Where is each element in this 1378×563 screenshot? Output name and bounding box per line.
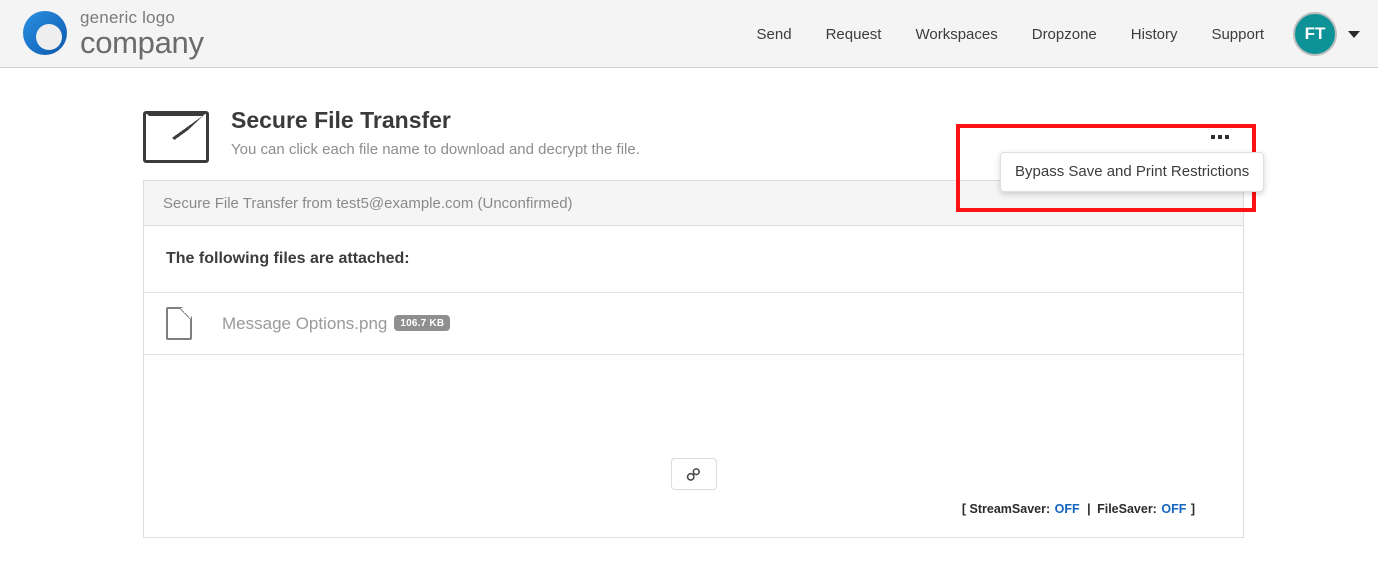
file-saver-label: FileSaver: (1097, 502, 1157, 516)
stream-saver-label: StreamSaver: (969, 502, 1051, 516)
options-dropdown-menu: Bypass Save and Print Restrictions (1000, 152, 1265, 192)
attachments-heading: The following files are attached: (144, 226, 1243, 293)
brand-logo[interactable]: generic logo company (18, 6, 204, 60)
saver-status: [ StreamSaver: OFF | FileSaver: OFF ] (962, 502, 1195, 516)
ellipsis-dot-1 (1211, 135, 1215, 139)
brand-text: generic logo company (80, 9, 204, 58)
nav-item-workspaces[interactable]: Workspaces (915, 26, 997, 43)
ellipsis-dot-3 (1225, 135, 1229, 139)
message-body-area: [ StreamSaver: OFF | FileSaver: OFF ] (144, 355, 1243, 537)
secure-file-transfer-panel: Secure File Transfer from test5@example.… (143, 180, 1244, 538)
nav-item-support[interactable]: Support (1211, 26, 1264, 43)
chain-link-icon (686, 467, 700, 481)
top-navigation-bar: generic logo company Send Request Worksp… (0, 0, 1378, 68)
nav-item-history[interactable]: History (1131, 26, 1178, 43)
more-options-icon[interactable] (1208, 132, 1232, 142)
generic-logo-icon (18, 6, 72, 60)
ellipsis-dot-2 (1218, 135, 1222, 139)
logo-line-two: company (80, 24, 204, 60)
avatar[interactable]: FT (1293, 12, 1337, 56)
link-button[interactable] (670, 458, 717, 490)
page-heading: Secure File Transfer You can click each … (143, 107, 640, 163)
status-open-bracket: [ (961, 502, 967, 516)
page-title: Secure File Transfer (231, 107, 451, 133)
page-heading-text: Secure File Transfer You can click each … (231, 107, 640, 159)
file-name[interactable]: Message Options.png 106.7 KB (222, 313, 451, 334)
nav-item-dropzone[interactable]: Dropzone (1032, 26, 1097, 43)
status-close-bracket: ] (1190, 502, 1195, 516)
stream-saver-value[interactable]: OFF (1055, 502, 1080, 516)
chevron-down-icon[interactable] (1348, 30, 1360, 38)
page-subtitle: You can click each file name to download… (231, 141, 640, 159)
menu-item-bypass-save-print-restrictions[interactable]: Bypass Save and Print Restrictions (1001, 153, 1263, 191)
file-list-item[interactable]: Message Options.png 106.7 KB (144, 293, 1243, 355)
main-nav: Send Request Workspaces Dropzone History… (740, 0, 1364, 68)
file-size-badge: 106.7 KB (394, 314, 451, 331)
logo-line-one: generic logo (80, 7, 176, 27)
envelope-icon (143, 111, 209, 163)
file-saver-value[interactable]: OFF (1161, 502, 1186, 516)
status-separator: | (1087, 502, 1091, 516)
nav-item-request[interactable]: Request (826, 26, 882, 43)
file-name-text: Message Options.png (222, 313, 388, 333)
nav-item-send[interactable]: Send (757, 26, 792, 43)
document-icon (166, 307, 192, 340)
